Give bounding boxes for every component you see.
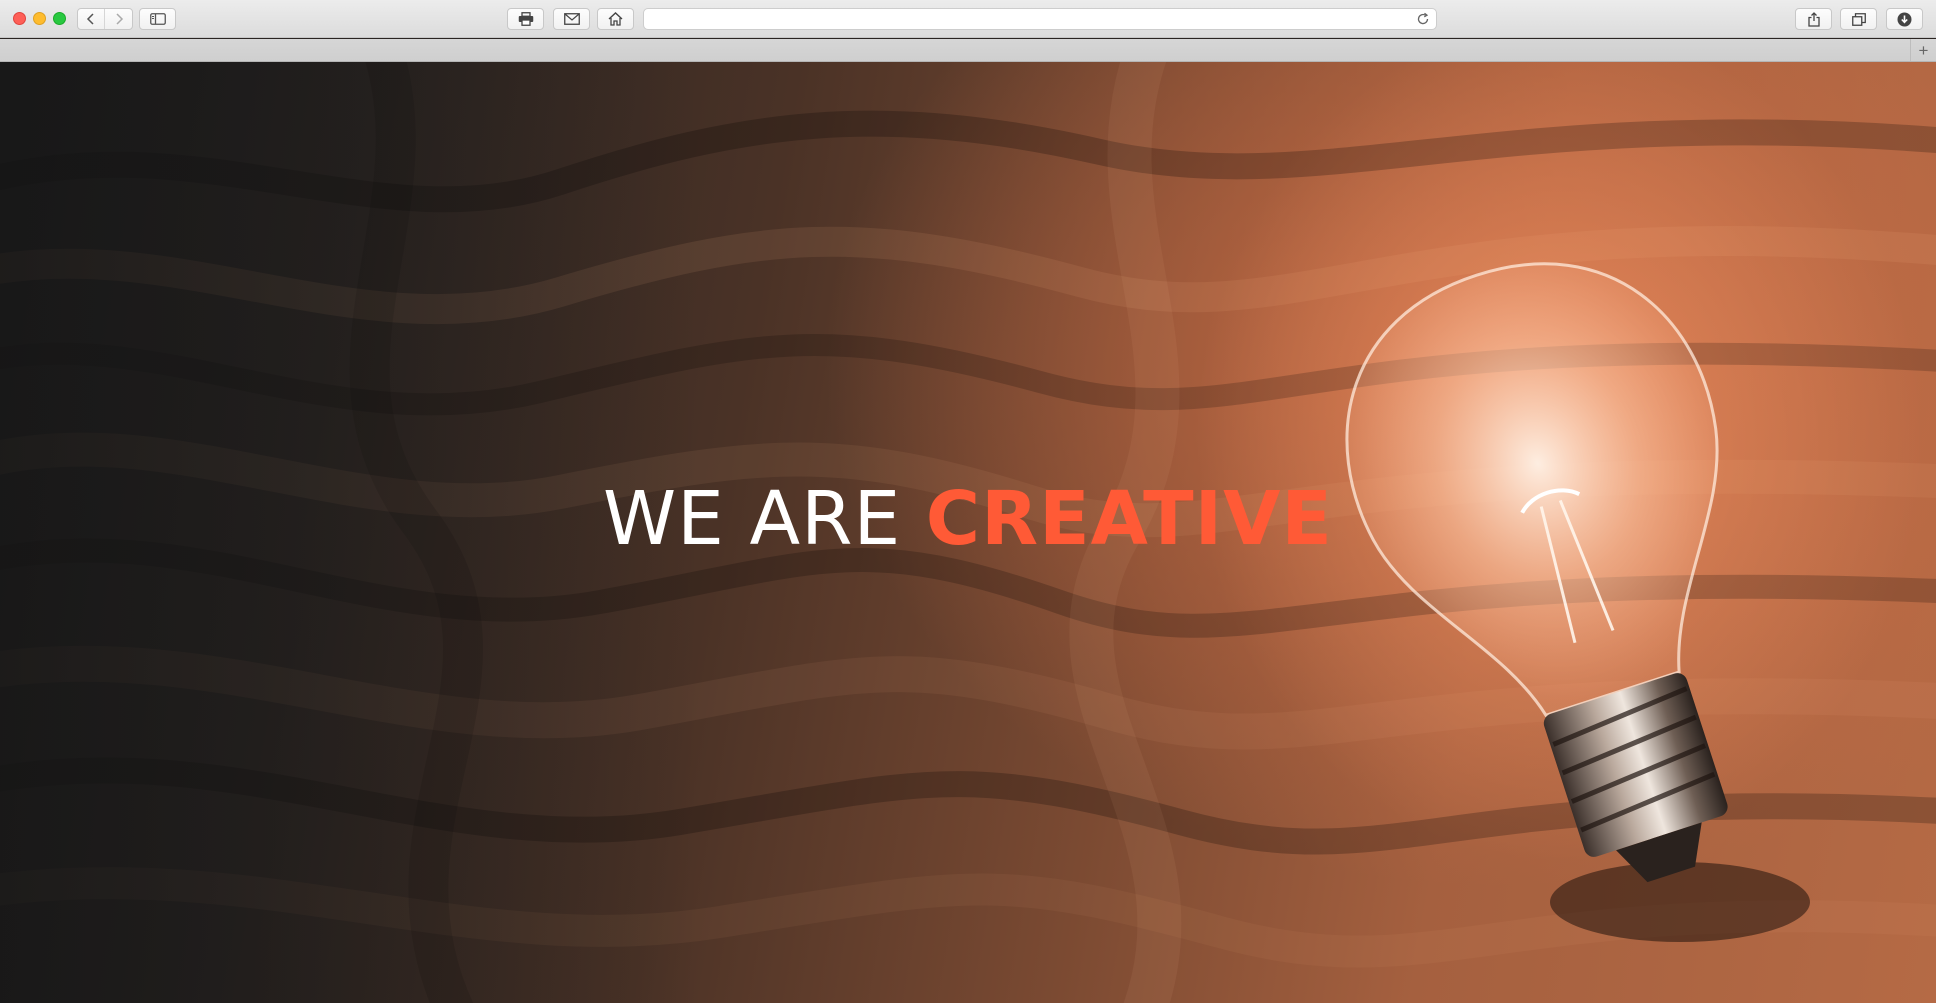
envelope-icon (563, 13, 580, 25)
browser-toolbar (0, 0, 1936, 38)
share-button[interactable] (1795, 8, 1832, 30)
lightbulb-illustration (1345, 262, 1810, 942)
forward-button[interactable] (105, 9, 132, 29)
share-icon (1807, 11, 1820, 27)
hero-headline: WE ARE CREATIVE (0, 482, 1936, 556)
chevron-right-icon (115, 13, 123, 25)
new-tab-button[interactable]: + (1910, 39, 1936, 61)
zoom-window-button[interactable] (53, 12, 66, 25)
url-field[interactable] (644, 9, 1436, 29)
tab-bar: + (0, 39, 1936, 62)
history-navigation (77, 8, 133, 30)
plus-icon: + (1918, 40, 1929, 60)
tabs-icon (1851, 12, 1866, 26)
back-button[interactable] (78, 9, 105, 29)
home-button[interactable] (597, 8, 634, 30)
print-button[interactable] (507, 8, 544, 30)
chevron-left-icon (86, 13, 94, 25)
address-bar[interactable] (643, 8, 1437, 30)
minimize-window-button[interactable] (33, 12, 46, 25)
headline-white-text: WE ARE (603, 476, 902, 562)
close-window-button[interactable] (13, 12, 26, 25)
home-icon (608, 12, 623, 26)
reload-button[interactable] (1416, 12, 1430, 31)
sidebar-button[interactable] (139, 8, 176, 30)
sidebar-icon (149, 13, 166, 25)
hero-section: WE ARE CREATIVE (0, 62, 1936, 1003)
mail-button[interactable] (553, 8, 590, 30)
download-icon (1897, 12, 1912, 26)
tab-overview-button[interactable] (1840, 8, 1877, 30)
downloads-button[interactable] (1886, 8, 1923, 30)
reload-icon (1417, 12, 1429, 25)
headline-accent-text: CREATIVE (925, 476, 1333, 562)
printer-icon (518, 12, 533, 26)
